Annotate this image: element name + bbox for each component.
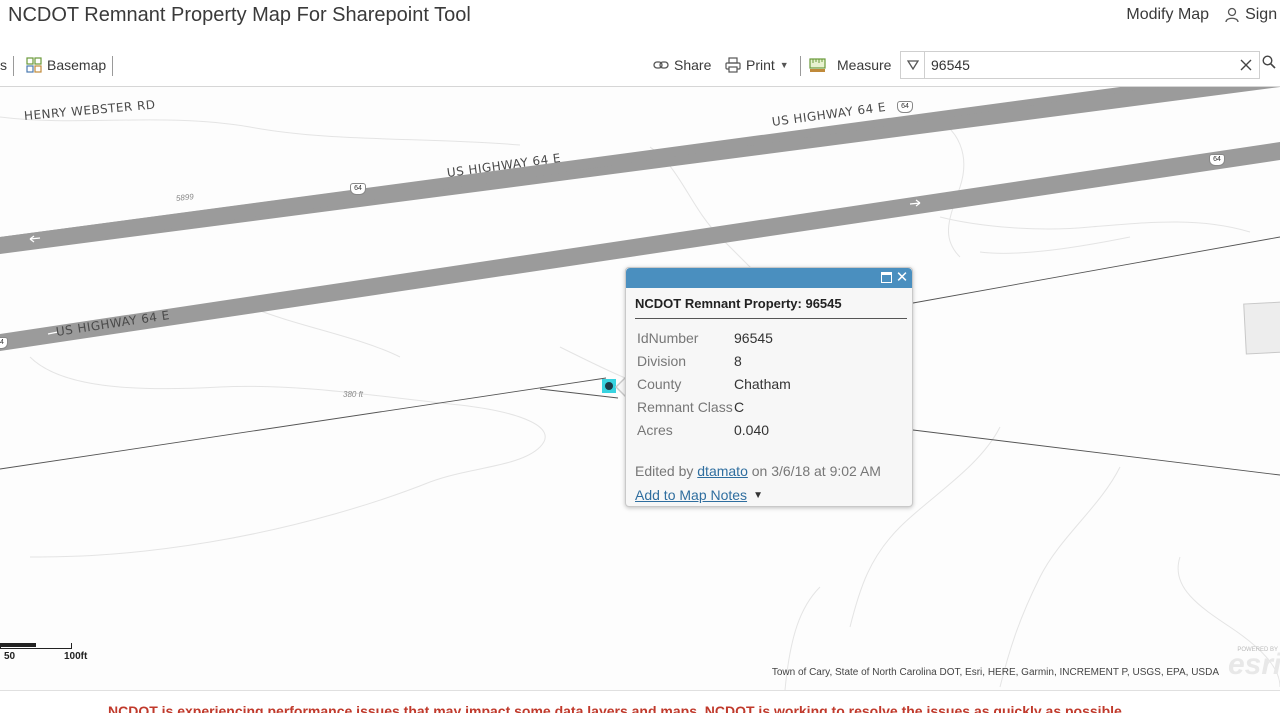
attribute-key: County xyxy=(637,375,682,392)
notice-text: NCDOT is experiencing performance issues… xyxy=(108,703,1126,713)
header-actions: Modify Map Sign I xyxy=(1126,6,1280,24)
user-icon xyxy=(1225,7,1239,23)
link-icon xyxy=(653,61,669,69)
highway-shield: 64 xyxy=(1209,154,1225,166)
map-label-5899: 5899 xyxy=(175,192,195,203)
popup-divider xyxy=(635,318,907,319)
attribute-value: C xyxy=(734,398,745,415)
printer-icon xyxy=(725,57,741,73)
measure-label: Measure xyxy=(837,57,892,73)
app-window: NCDOT Remnant Property Map For Sharepoin… xyxy=(0,0,1280,713)
toolbar-divider xyxy=(112,56,113,76)
attribute-key: IdNumber xyxy=(637,329,699,346)
basemap-label: Basemap xyxy=(47,57,107,73)
app-header: NCDOT Remnant Property Map For Sharepoin… xyxy=(0,0,1280,44)
add-to-map-notes[interactable]: Add to Map Notes ▼ xyxy=(635,487,763,503)
toolbar-partial-label: s xyxy=(0,57,7,73)
search-input[interactable] xyxy=(925,53,1233,77)
edited-suffix: on 3/6/18 at 9:02 AM xyxy=(751,463,881,479)
esri-logo[interactable]: esri xyxy=(1228,647,1280,683)
attribute-value: 8 xyxy=(734,352,742,369)
popup-title: NCDOT Remnant Property: 96545 xyxy=(635,296,842,311)
map-label-top: AE xyxy=(342,87,353,88)
feature-popup: ✕ NCDOT Remnant Property: 96545 IdNumber… xyxy=(625,267,913,507)
attribute-row: Division 8 xyxy=(637,349,791,372)
highway-shield: 64 xyxy=(897,101,913,113)
edit-info: Edited by dtamato on 3/6/18 at 9:02 AM xyxy=(635,463,881,479)
attribute-key: Remnant Class xyxy=(637,398,733,415)
add-to-map-notes-link[interactable]: Add to Map Notes xyxy=(635,487,747,503)
share-button[interactable]: Share xyxy=(653,44,711,86)
share-label: Share xyxy=(674,57,712,73)
search-icon xyxy=(1262,55,1276,69)
modify-map-link[interactable]: Modify Map xyxy=(1126,6,1209,24)
search-filter-button[interactable] xyxy=(901,52,925,78)
maximize-icon[interactable] xyxy=(881,272,892,283)
toolbar-partial-item[interactable]: s xyxy=(0,44,7,86)
search-box xyxy=(900,51,1260,79)
basemap-icon xyxy=(26,57,42,73)
scale-bar-fill xyxy=(0,643,36,647)
measure-button[interactable]: Measure xyxy=(809,44,891,86)
close-icon[interactable]: ✕ xyxy=(895,268,909,288)
editor-link[interactable]: dtamato xyxy=(697,463,748,479)
attribute-row: County Chatham xyxy=(637,372,791,395)
toolbar: s Basemap Share Print ▼ Measure xyxy=(0,44,1280,87)
selected-parcel-marker[interactable] xyxy=(602,379,616,393)
print-button[interactable]: Print ▼ xyxy=(725,44,789,86)
filter-icon xyxy=(906,60,919,70)
clear-search-button[interactable] xyxy=(1233,52,1259,78)
toolbar-divider xyxy=(800,56,801,76)
sign-in-label: Sign I xyxy=(1245,6,1280,23)
print-label: Print xyxy=(746,57,775,73)
scale-label-end: 100ft xyxy=(64,651,88,662)
map-attribution: Town of Cary, State of North Carolina DO… xyxy=(771,667,1219,678)
attribute-key: Acres xyxy=(637,421,673,438)
close-icon xyxy=(1240,59,1252,71)
sign-in-link[interactable]: Sign I xyxy=(1225,6,1280,24)
attribute-value: Chatham xyxy=(734,375,791,392)
app-title: NCDOT Remnant Property Map For Sharepoin… xyxy=(8,4,471,26)
selected-point-icon xyxy=(605,382,613,390)
attribute-row: Remnant Class C xyxy=(637,395,791,418)
map-view[interactable]: HENRY WEBSTER RD AE US HIGHWAY 64 E US H… xyxy=(0,87,1280,690)
measure-icon xyxy=(809,58,826,72)
attribute-value: 0.040 xyxy=(734,421,770,438)
toolbar-divider xyxy=(13,56,14,76)
chevron-down-icon: ▼ xyxy=(779,60,789,70)
highway-shield: 64 xyxy=(350,183,366,195)
attribute-key: Division xyxy=(637,352,687,369)
attribute-row: IdNumber 96545 xyxy=(637,326,791,349)
performance-notice: NCDOT is experiencing performance issues… xyxy=(0,690,1280,713)
search-button[interactable] xyxy=(1262,55,1276,72)
basemap-button[interactable]: Basemap xyxy=(26,44,106,86)
attribute-value: 96545 xyxy=(734,329,773,346)
attribute-table: IdNumber 96545 Division 8 County Chatham Re… xyxy=(637,326,791,441)
map-label-380ft: 380 ft xyxy=(343,390,364,399)
scale-label-mid: 50 xyxy=(4,651,16,662)
attribute-row: Acres 0.040 xyxy=(637,418,791,441)
edited-prefix: Edited by xyxy=(635,463,694,479)
popup-titlebar: ✕ xyxy=(626,268,912,288)
chevron-down-icon[interactable]: ▼ xyxy=(753,490,763,501)
